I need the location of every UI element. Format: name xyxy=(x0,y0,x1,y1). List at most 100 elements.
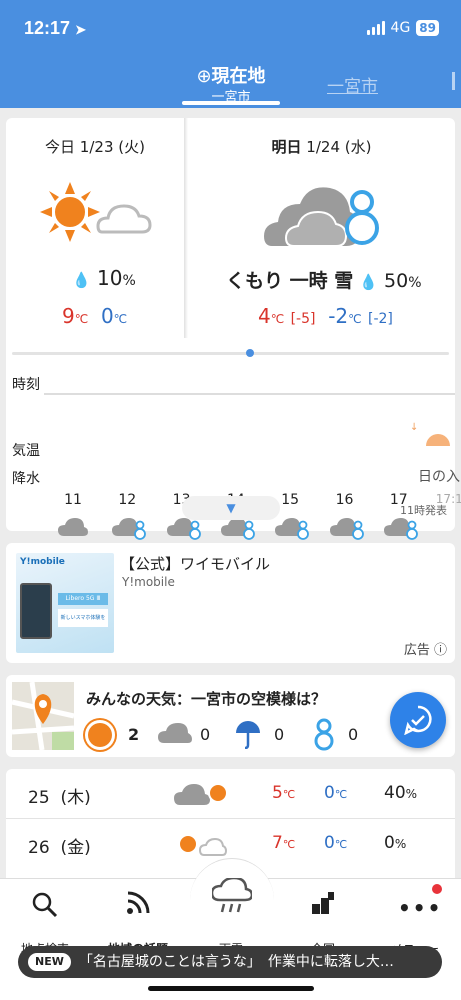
ad-card[interactable]: Y!mobile Libero 5G Ⅲ 新しいスマホ体験を 【公式】ワイモバイ… xyxy=(6,543,455,663)
hour-label: 16 xyxy=(335,492,354,508)
sunset-label: 日の入 xyxy=(418,469,460,485)
snowman-icon xyxy=(314,718,334,751)
network-label: 4G xyxy=(390,20,411,36)
pct-unit: % xyxy=(122,273,136,289)
weekly-precip: 40% xyxy=(384,783,418,803)
rainy-count: 0 xyxy=(274,725,285,744)
hour-label: 12 xyxy=(118,492,137,508)
cloudy-then-sunny-icon xyxy=(174,783,228,805)
ad-image: Y!mobile Libero 5G Ⅲ 新しいスマホ体験を xyxy=(16,553,114,653)
weekly-low: 0℃ xyxy=(324,833,348,853)
news-ticker[interactable]: NEW 「名古屋城のことは言うな」 作業中に転落し大… xyxy=(18,946,442,978)
post-weather-fab[interactable] xyxy=(390,692,446,748)
info-icon: ⓘ xyxy=(433,643,447,658)
weekly-low: 0℃ xyxy=(324,783,348,803)
rain-cloud-icon xyxy=(212,878,252,913)
weekly-high: 7℃ xyxy=(272,833,296,853)
community-title: みんなの天気：一宮市の空模様は？ xyxy=(86,690,327,708)
sunny-then-cloudy-icon xyxy=(178,834,228,856)
today-date: 今日 1/23 (火) xyxy=(45,138,145,156)
pct-unit: % xyxy=(408,275,422,291)
tab-scroll-indicator xyxy=(452,72,455,90)
ad-label[interactable]: 広告 ⓘ xyxy=(404,639,447,658)
tab-active-indicator xyxy=(182,101,280,105)
weekly-day: 25 (木) xyxy=(28,788,91,808)
cloudy-count: 0 xyxy=(200,725,211,744)
tomorrow-summary: くもり 一時 雪 💧 50% xyxy=(226,266,422,293)
tomorrow-precip-value: 50 xyxy=(384,270,409,292)
weekly-precip: 0% xyxy=(384,833,407,853)
cloudy-snow-icon xyxy=(112,518,147,540)
ad-label-text: 広告 xyxy=(403,643,430,658)
more-icon: ••• xyxy=(398,896,443,920)
crosshair-icon: ⊕ xyxy=(196,66,212,87)
tomorrow-date-text: 1/24 (水) xyxy=(301,138,372,156)
ad-phone-name: Libero 5G Ⅲ xyxy=(58,593,108,605)
rss-icon xyxy=(127,891,150,914)
sunset-icon xyxy=(426,434,450,446)
tomorrow-low: -2℃ [-2] xyxy=(328,304,393,328)
community-weather-card[interactable]: みんなの天気：一宮市の空模様は？ 2 0 0 0 xyxy=(6,675,455,757)
today-high: 9℃ xyxy=(62,304,89,328)
today-precip-value: 10 xyxy=(97,266,123,290)
location-arrow-icon: ➤ xyxy=(75,22,86,37)
tomorrow-temps: 4℃ [-5] -2℃ [-2] xyxy=(258,304,393,328)
today-column[interactable]: 今日 1/23 (火) 💧 10% 9℃ 0℃ xyxy=(6,118,184,338)
ad-source: Y!mobile xyxy=(122,575,175,589)
cloudy-with-snow-icon xyxy=(264,187,379,247)
ad-brand-logo: Y!mobile xyxy=(20,557,65,567)
umbrella-icon xyxy=(236,721,260,749)
tomorrow-column[interactable]: 明日 1/24 (水) くもり 一時 雪 💧 50% 4℃ [-5] -2℃ [… xyxy=(188,118,455,338)
post-weather-icon xyxy=(404,705,432,735)
row-label-time: 時刻 xyxy=(12,377,40,393)
tomorrow-high: 4℃ [-5] xyxy=(258,304,316,328)
forecast-card: 今日 1/23 (火) 💧 10% 9℃ 0℃ 明日 1/24 (水) くもり … xyxy=(6,118,461,604)
home-indicator xyxy=(148,986,314,991)
cloudy-snow-icon xyxy=(329,518,364,540)
tomorrow-date: 明日 1/24 (水) xyxy=(188,136,455,157)
status-icons: 4G 89 xyxy=(366,20,439,36)
weekly-row[interactable]: 25 (木) 5℃ 0℃ 40% xyxy=(6,769,455,819)
weekly-day: 26 (金) xyxy=(28,838,91,858)
notification-dot xyxy=(432,884,442,894)
weekly-high: 5℃ xyxy=(272,783,296,803)
issued-time: 11時発表 xyxy=(400,504,447,517)
header-bar: 12:17 ➤ 4G 89 ⊕現在地 一宮市 一宮市 xyxy=(0,0,461,108)
sunny-then-cloudy-icon xyxy=(40,182,152,242)
sunset-arrow-icon: ↓ xyxy=(410,422,419,433)
tab-ichinomiya[interactable]: 一宮市 xyxy=(327,72,378,97)
new-badge: NEW xyxy=(28,953,71,971)
national-icon xyxy=(312,892,334,914)
map-pin-icon xyxy=(12,682,74,750)
sunny-count: 2 xyxy=(128,725,140,744)
cloudy-snow-icon xyxy=(220,518,255,540)
hour-label: 11 xyxy=(64,492,82,508)
ad-title: 【公式】ワイモバイル xyxy=(120,555,271,573)
raindrop-icon: 💧 xyxy=(359,273,378,291)
hourly-scroll-track[interactable] xyxy=(12,352,449,355)
signal-icon xyxy=(366,21,385,35)
snow-count: 0 xyxy=(348,725,359,744)
hourly-scroll-thumb[interactable] xyxy=(246,349,254,357)
cloudy-snow-icon xyxy=(383,518,418,540)
raindrop-icon: 💧 xyxy=(72,271,91,289)
tab-current-location[interactable]: ⊕現在地 一宮市 xyxy=(182,62,280,105)
sun-icon xyxy=(88,723,112,747)
tomorrow-condition: くもり 一時 雪 xyxy=(226,270,354,292)
status-time: 12:17 ➤ xyxy=(24,18,86,38)
cloudy-snow-icon xyxy=(275,518,310,540)
cloudy-icon xyxy=(58,518,92,540)
ad-badge: 新しいスマホ体験を xyxy=(58,609,108,627)
search-icon xyxy=(32,892,58,918)
ticker-text: 「名古屋城のことは言うな」 作業中に転落し大… xyxy=(78,954,394,970)
expand-hourly-button[interactable]: ▼ xyxy=(182,496,280,520)
chevron-down-icon: ▼ xyxy=(226,501,236,515)
today-low: 0℃ xyxy=(100,304,128,328)
phone-image xyxy=(20,583,52,639)
today-precip: 💧 10% xyxy=(72,266,136,290)
hourly-divider xyxy=(44,393,455,395)
row-label-precip: 降水 xyxy=(12,471,40,487)
cloudy-snow-icon xyxy=(166,518,201,540)
tomorrow-label: 明日 xyxy=(271,138,302,156)
today-temps: 9℃ 0℃ xyxy=(62,304,127,328)
